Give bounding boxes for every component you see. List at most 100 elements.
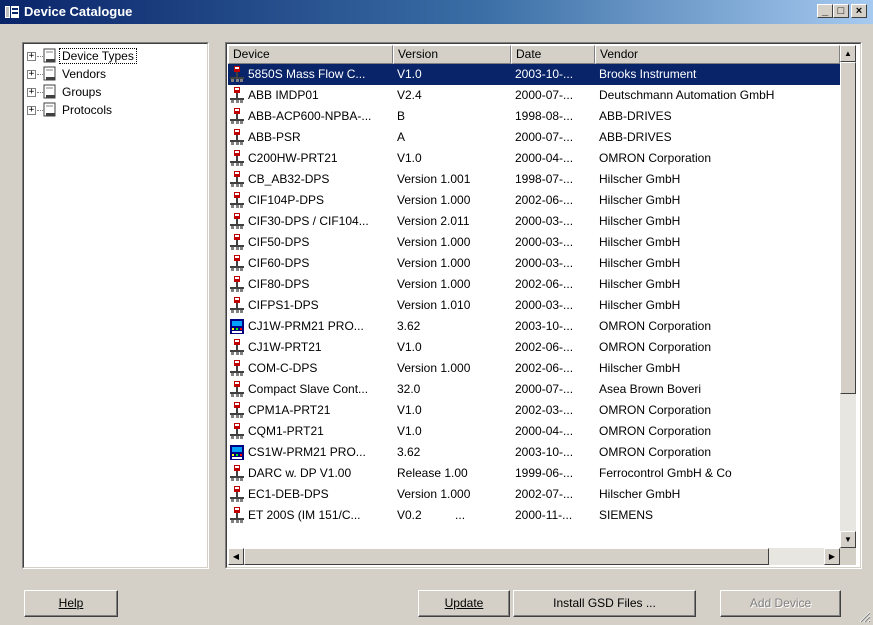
table-row[interactable]: CIF80-DPS Version 1.000 2002-06-... Hilsche… (228, 274, 840, 295)
table-row[interactable]: C200HW-PRT21 V1.0 2000-04-... OMRON Corpora… (228, 148, 840, 169)
cell-version: Version 1.000 (397, 361, 471, 375)
cell-version: Version 1.000 (397, 193, 471, 207)
cell-device: ABB IMDP01 (248, 88, 319, 102)
cell-device: CS1W-PRM21 PRO... (248, 445, 366, 459)
cell-vendor: ABB-DRIVES (599, 130, 672, 144)
cell-date: 2003-10-... (515, 319, 574, 333)
scroll-down-button[interactable]: ▼ (840, 531, 856, 548)
close-icon: × (855, 5, 863, 17)
cell-date: 2002-06-... (515, 277, 574, 291)
table-row[interactable]: CIFPS1-DPS Version 1.010 2000-03-... Hilsch… (228, 295, 840, 316)
column-header-device[interactable]: Device (228, 45, 393, 64)
tree-item-label: Device Types (59, 48, 137, 64)
scroll-up-button[interactable]: ▲ (840, 45, 856, 62)
cell-device: DARC w. DP V1.00 (248, 466, 352, 480)
cell-vendor: OMRON Corporation (599, 319, 712, 333)
scroll-left-button[interactable]: ◀ (228, 548, 244, 565)
cell-vendor: SIEMENS (599, 508, 654, 522)
cell-date: 2000-11-... (515, 508, 573, 522)
column-header-date[interactable]: Date (511, 45, 595, 64)
app-icon (5, 6, 19, 18)
table-row[interactable]: Compact Slave Cont... 32.0 2000-07-... Asea… (228, 379, 840, 400)
cell-date: 2000-03-... (515, 298, 574, 312)
cell-vendor: ABB-DRIVES (599, 109, 672, 123)
update-button[interactable]: Update (418, 590, 510, 617)
title-bar[interactable]: Device Catalogue _ □ × (0, 0, 873, 24)
expand-plus-icon[interactable]: + (27, 52, 36, 61)
catalog-folder-icon (43, 48, 56, 63)
table-row[interactable]: CIF30-DPS / CIF104... Version 2.011 2000-0… (228, 211, 840, 232)
table-row[interactable]: CQM1-PRT21 V1.0 2000-04-... OMRON Corporati… (228, 421, 840, 442)
table-row[interactable]: CIF104P-DPS Version 1.000 2002-06-... Hilsc… (228, 190, 840, 211)
list-header: Device Version Date Vendor (228, 45, 840, 64)
table-row[interactable]: COM-C-DPS Version 1.000 2002-06-... Hilsche… (228, 358, 840, 379)
cell-date: 1999-06-... (515, 466, 574, 480)
table-row[interactable]: CJ1W-PRT21 V1.0 2002-06-... OMRON Corporati… (228, 337, 840, 358)
table-row[interactable]: CB_AB32-DPS Version 1.001 1998-07-... Hilsc… (228, 169, 840, 190)
table-row[interactable]: CJ1W-PRM21 PRO... 3.62 2003-10-... OMRON Co… (228, 316, 840, 337)
expand-plus-icon[interactable]: + (27, 70, 36, 79)
install-button-label: Install GSD Files ... (553, 596, 656, 610)
table-row[interactable]: ABB-PSR A 2000-07-... ABB-DRIVES (228, 127, 840, 148)
expand-plus-icon[interactable]: + (27, 88, 36, 97)
cell-vendor: Asea Brown Boveri (599, 382, 702, 396)
cell-version: 32.0 (397, 382, 421, 396)
table-row[interactable]: 5850S Mass Flow C... V1.0 2003-10-... Brook… (228, 64, 840, 85)
cell-version: V1.0 (397, 403, 422, 417)
vertical-scrollbar[interactable]: ▲ ▼ (840, 45, 856, 548)
maximize-icon: □ (837, 5, 845, 17)
table-row[interactable]: CPM1A-PRT21 V1.0 2002-03-... OMRON Corporat… (228, 400, 840, 421)
cell-version: Version 1.010 (397, 298, 471, 312)
table-row[interactable]: ABB IMDP01 V2.4 2000-07-... Deutschmann Aut… (228, 85, 840, 106)
resize-grip-icon[interactable] (859, 611, 871, 623)
table-row[interactable]: ET 200S (IM 151/C... V0.2 ... 2000-11-... S… (228, 505, 840, 526)
table-row[interactable]: CS1W-PRM21 PRO... 3.62 2003-10-... OMRON Co… (228, 442, 840, 463)
minimize-button[interactable]: _ (817, 4, 833, 18)
table-row[interactable]: ABB-ACP600-NPBA-... B 1998-08-... ABB-DRIVE… (228, 106, 840, 127)
table-row[interactable]: DARC w. DP V1.00 Release 1.00 1999-06-... F… (228, 463, 840, 484)
table-row[interactable]: EC1-DEB-DPS Version 1.000 2002-07-... Hilsc… (228, 484, 840, 505)
cell-version: Version 1.000 (397, 235, 471, 249)
cell-date: 2000-04-... (515, 424, 574, 438)
scroll-right-button[interactable]: ▶ (824, 548, 840, 565)
catalog-folder-icon (43, 102, 56, 117)
add-device-button[interactable]: Add Device (720, 590, 841, 617)
column-header-vendor[interactable]: Vendor (595, 45, 840, 64)
cell-date: 2000-07-... (515, 88, 574, 102)
arrow-up-icon: ▲ (844, 49, 852, 58)
cell-device: Compact Slave Cont... (248, 382, 369, 396)
cell-device: CIF104P-DPS (248, 193, 325, 207)
tree-item-label: Protocols (62, 103, 113, 117)
table-row[interactable]: CIF60-DPS Version 1.000 2000-03-... Hilsche… (228, 253, 840, 274)
cell-device: CIF50-DPS (248, 235, 310, 249)
minimize-icon: _ (821, 5, 829, 17)
cell-vendor: Hilscher GmbH (599, 298, 681, 312)
add-device-button-label: Add Device (749, 596, 812, 610)
cell-date: 2000-03-... (515, 214, 574, 228)
horizontal-scrollbar[interactable]: ◀ ▶ (228, 548, 840, 565)
cell-device: ABB-PSR (248, 130, 301, 144)
cell-vendor: Ferrocontrol GmbH & Co (599, 466, 732, 480)
cell-device: CPM1A-PRT21 (248, 403, 331, 417)
cell-version: V1.0 (397, 424, 422, 438)
horizontal-scroll-thumb[interactable] (244, 548, 769, 565)
install-gsd-files-button[interactable]: Install GSD Files ... (513, 590, 696, 617)
window-title: Device Catalogue (24, 4, 133, 19)
table-row[interactable]: CIF50-DPS Version 1.000 2000-03-... Hilsche… (228, 232, 840, 253)
close-button[interactable]: × (851, 4, 867, 18)
cell-version: Release 1.00 (397, 466, 468, 480)
arrow-right-icon: ▶ (828, 552, 836, 561)
cell-vendor: Hilscher GmbH (599, 193, 681, 207)
help-button[interactable]: Help (24, 590, 118, 617)
cell-vendor: Hilscher GmbH (599, 256, 681, 270)
column-header-version[interactable]: Version (393, 45, 511, 64)
device-list[interactable]: Device Version Date Vendor 5850S Mass Fl… (225, 42, 862, 569)
category-tree[interactable]: + Device Types + Vendors + Groups + Protocols (22, 42, 209, 569)
arrow-left-icon: ◀ (232, 552, 240, 561)
expand-plus-icon[interactable]: + (27, 106, 36, 115)
tree-background (23, 43, 208, 568)
maximize-button[interactable]: □ (833, 4, 849, 18)
cell-version: B (397, 109, 406, 123)
vertical-scroll-thumb[interactable] (840, 62, 856, 394)
cell-date: 2003-10-... (515, 67, 574, 81)
